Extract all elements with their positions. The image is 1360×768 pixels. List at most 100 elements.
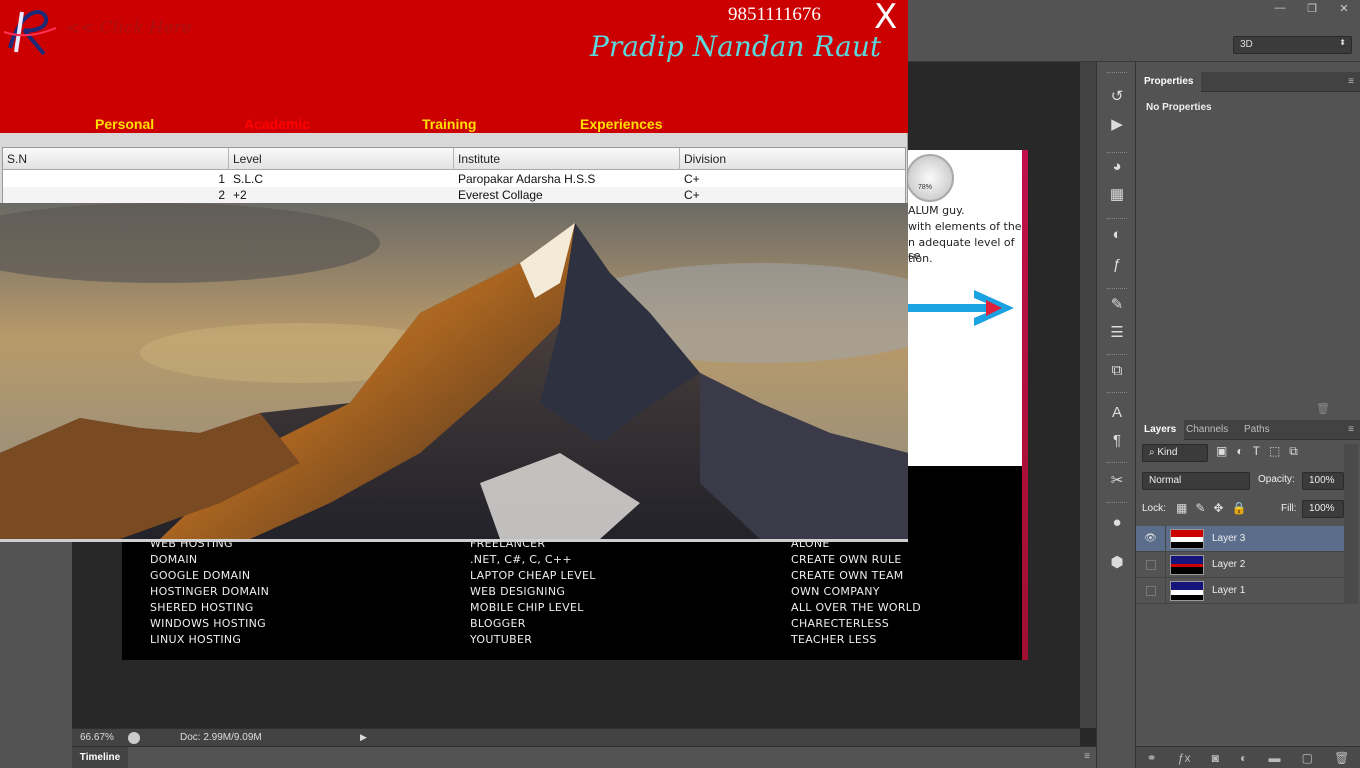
- status-menu-icon[interactable]: ▶: [360, 732, 367, 743]
- zoom-level[interactable]: 66.67%: [72, 732, 122, 743]
- visibility-toggle[interactable]: [1136, 551, 1166, 578]
- table-row[interactable]: 1 S.L.C Paropakar Adarsha H.S.S C+: [3, 171, 905, 187]
- character-icon[interactable]: A: [1106, 402, 1128, 424]
- color-palette-icon[interactable]: ◕: [1106, 156, 1128, 178]
- panel-menu-icon[interactable]: ≡: [1084, 751, 1090, 762]
- fx-styles-icon[interactable]: ƒ: [1106, 254, 1128, 276]
- lock-move-icon[interactable]: ✥: [1213, 501, 1223, 515]
- restore-button[interactable]: ❐: [1296, 0, 1328, 16]
- panel-menu-icon[interactable]: ≡: [1348, 424, 1354, 435]
- grip-handle[interactable]: [1107, 218, 1127, 220]
- grip-handle[interactable]: [1107, 502, 1127, 504]
- nav-academic[interactable]: Academic: [244, 116, 310, 132]
- fx-icon[interactable]: ƒx: [1178, 751, 1191, 765]
- history-icon[interactable]: ↺: [1106, 86, 1128, 108]
- new-layer-icon[interactable]: ▢: [1302, 751, 1313, 765]
- column-header[interactable]: Division: [680, 148, 905, 170]
- grip-handle[interactable]: [1107, 152, 1127, 154]
- panel-menu-icon[interactable]: ≡: [1348, 76, 1354, 87]
- clone-source-icon[interactable]: ⧉: [1106, 360, 1128, 382]
- tab-channels[interactable]: Channels: [1178, 420, 1236, 440]
- folder-icon[interactable]: ▬: [1268, 751, 1280, 765]
- skills-column-3: ALONE CREATE OWN RULE CREATE OWN TEAM OW…: [791, 536, 921, 648]
- tab-properties[interactable]: Properties: [1136, 72, 1202, 92]
- filter-pixel-icon[interactable]: ▣: [1216, 444, 1227, 459]
- layer-thumbnail: [1170, 528, 1204, 549]
- table-row[interactable]: 2 +2 Everest Collage C+: [3, 187, 905, 203]
- nav-personal[interactable]: Personal: [95, 116, 154, 132]
- nav-training[interactable]: Training: [422, 116, 476, 132]
- lock-label: Lock:: [1142, 503, 1166, 514]
- table-cell: Everest Collage: [458, 188, 543, 202]
- mask-icon[interactable]: ◙: [1212, 751, 1219, 765]
- filter-type-icon[interactable]: T: [1253, 444, 1260, 459]
- arrow-right-icon: [908, 290, 1014, 326]
- layer-thumbnail: [1170, 554, 1204, 575]
- workspace-select[interactable]: 3D ⬍: [1233, 36, 1352, 54]
- 3d-cube-icon[interactable]: ⬢: [1106, 552, 1128, 574]
- tab-timeline[interactable]: Timeline: [72, 747, 128, 768]
- grip-handle[interactable]: [1107, 288, 1127, 290]
- skill-item: YOUTUBER: [470, 633, 533, 646]
- column-header[interactable]: Institute: [454, 148, 680, 170]
- adjustment-layer-icon[interactable]: ◐: [1240, 751, 1247, 765]
- paragraph-icon[interactable]: ¶: [1106, 430, 1128, 452]
- trash-icon[interactable]: 🗑: [1334, 751, 1349, 765]
- vertical-scrollbar[interactable]: [1080, 62, 1096, 728]
- minimize-button[interactable]: —: [1264, 0, 1296, 16]
- table-header: S.N Level Institute Division: [3, 148, 905, 170]
- blend-mode-select[interactable]: Normal: [1142, 472, 1250, 490]
- visibility-toggle[interactable]: [1136, 577, 1166, 604]
- tool-presets-icon[interactable]: ✂: [1106, 470, 1128, 492]
- brush-settings-icon[interactable]: ☰: [1106, 322, 1128, 344]
- link-icon[interactable]: ⚭: [1147, 751, 1157, 765]
- layer-filter-kind[interactable]: ⌕ Kind: [1142, 444, 1208, 462]
- grip-handle[interactable]: [1107, 392, 1127, 394]
- lock-all-icon[interactable]: 🔒: [1231, 501, 1246, 515]
- grip-handle[interactable]: [1107, 72, 1127, 74]
- layers-scrollbar[interactable]: [1344, 444, 1358, 604]
- tab-paths[interactable]: Paths: [1236, 420, 1278, 440]
- filter-smart-icon[interactable]: ⧉: [1289, 444, 1298, 459]
- layers-tabbar: Layers Channels Paths ≡: [1136, 420, 1360, 440]
- opacity-input[interactable]: 100%: [1302, 472, 1344, 490]
- lock-brush-icon[interactable]: ✎: [1195, 501, 1205, 515]
- kuler-icon[interactable]: ●: [1106, 512, 1128, 534]
- layer-row[interactable]: Layer 2: [1136, 551, 1344, 578]
- close-button[interactable]: X: [874, 0, 897, 34]
- swatches-grid-icon[interactable]: ▦: [1106, 184, 1128, 206]
- gauge-icon: 78%: [906, 154, 954, 202]
- lock-transparent-icon[interactable]: ▦: [1176, 501, 1187, 515]
- table-cell: C+: [684, 172, 700, 186]
- status-info-icon[interactable]: [128, 731, 140, 744]
- doc-text-line: tion.: [908, 252, 933, 265]
- actions-play-icon[interactable]: ▶: [1106, 114, 1128, 136]
- skill-item: LAPTOP CHEAP LEVEL: [470, 569, 596, 582]
- filter-adjustment-icon[interactable]: ◐: [1236, 444, 1243, 459]
- grip-handle[interactable]: [1107, 354, 1127, 356]
- close-window-button[interactable]: ✕: [1328, 0, 1360, 16]
- filter-shape-icon[interactable]: ⬚: [1269, 444, 1280, 459]
- nav-experiences[interactable]: Experiences: [580, 116, 663, 132]
- brush-presets-icon[interactable]: ✎: [1106, 294, 1128, 316]
- resume-app-window: << Click Here 9851111676 X Pradip Nandan…: [0, 0, 908, 542]
- skill-item: CREATE OWN TEAM: [791, 569, 904, 582]
- fill-input[interactable]: 100%: [1302, 500, 1344, 518]
- eye-icon[interactable]: 👁: [1136, 525, 1166, 552]
- logo-icon[interactable]: [2, 2, 58, 58]
- table-cell: 2: [218, 188, 225, 202]
- layer-row[interactable]: Layer 1: [1136, 577, 1344, 604]
- layer-row[interactable]: 👁 Layer 3: [1136, 525, 1344, 552]
- filter-kind-value: Kind: [1157, 447, 1178, 458]
- trash-icon[interactable]: 🗑: [1316, 402, 1330, 415]
- tab-layers[interactable]: Layers: [1136, 420, 1185, 440]
- table-cell: S.L.C: [233, 172, 264, 186]
- click-here-link[interactable]: << Click Here: [66, 18, 192, 38]
- adjustments-icon[interactable]: ◐: [1106, 224, 1128, 246]
- table-cell: Paropakar Adarsha H.S.S: [458, 172, 596, 186]
- app-bottom-border: [0, 539, 908, 542]
- column-header[interactable]: S.N: [3, 148, 229, 170]
- column-header[interactable]: Level: [229, 148, 454, 170]
- grip-handle[interactable]: [1107, 462, 1127, 464]
- fill-label: Fill:: [1281, 503, 1297, 514]
